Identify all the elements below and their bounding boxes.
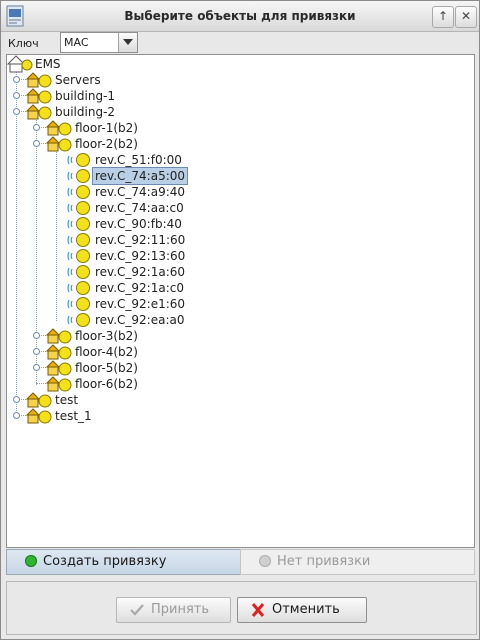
- maximize-button[interactable]: ↑: [432, 6, 454, 28]
- tree-node-label: rev.C_92:1a:60: [95, 265, 186, 279]
- accept-label: Принять: [151, 602, 210, 617]
- close-icon: [251, 603, 265, 617]
- tree-node-label: rev.C_74:aa:c0: [95, 201, 184, 215]
- binding-mode-tabs: Создать привязку Нет привязки: [6, 549, 475, 575]
- cancel-label: Отменить: [272, 602, 340, 617]
- key-select-value: MAC: [64, 36, 89, 49]
- tab-label: Нет привязки: [277, 554, 371, 569]
- window-title: Выберите объекты для привязки: [124, 9, 356, 23]
- cancel-button[interactable]: Отменить: [237, 597, 367, 623]
- tab-create-binding[interactable]: Создать привязку: [6, 549, 241, 575]
- checkmark-icon: [130, 604, 144, 616]
- accept-button[interactable]: Принять: [116, 597, 231, 623]
- tree-node-label: rev.C_92:11:60: [95, 233, 186, 247]
- tree-node-label: rev.C_92:ea:a0: [95, 313, 185, 327]
- object-tree[interactable]: EMS Servers building-1 building-2 floor-…: [6, 54, 475, 548]
- arrow-up-icon: ↑: [437, 9, 449, 23]
- tree-node-label: floor-1(b2): [75, 121, 138, 135]
- expand-handle-icon[interactable]: [32, 347, 41, 356]
- dialog-buttons-panel: Принять Отменить: [6, 581, 477, 635]
- tree-node-label: floor-2(b2): [75, 137, 138, 151]
- title-bar: Выберите объекты для привязки ↑ ✕: [1, 1, 479, 32]
- tree-node-label: EMS: [35, 57, 61, 71]
- expand-handle-icon[interactable]: [32, 363, 41, 372]
- green-dot-icon: [25, 555, 37, 567]
- tree-node-label: test_1: [55, 409, 92, 423]
- close-button[interactable]: ✕: [455, 6, 477, 28]
- tree-node-label: building-1: [55, 89, 116, 103]
- key-select-dropdown-button[interactable]: [118, 33, 137, 52]
- tree-node-label: floor-4(b2): [75, 345, 138, 359]
- tree-node-label: test: [55, 393, 79, 407]
- tab-no-binding[interactable]: Нет привязки: [240, 549, 475, 575]
- tree-node-label: rev.C_92:13:60: [95, 249, 186, 263]
- tree-node-label: rev.C_92:1a:c0: [95, 281, 184, 295]
- building-icon: [25, 408, 52, 424]
- tree-node-label: rev.C_74:a5:00: [91, 167, 189, 185]
- tree-node-label: floor-5(b2): [75, 361, 138, 375]
- tree-node-label: Servers: [55, 73, 101, 87]
- key-row: Ключ MAC: [1, 31, 479, 53]
- key-select[interactable]: MAC: [60, 32, 138, 53]
- tree-node-label: rev.C_92:e1:60: [95, 297, 186, 311]
- expand-handle-icon[interactable]: [32, 123, 41, 132]
- tab-label: Создать привязку: [43, 554, 167, 569]
- gray-dot-icon: [259, 555, 271, 567]
- expand-handle-icon[interactable]: [32, 331, 41, 340]
- close-icon: ✕: [460, 9, 472, 23]
- bind-objects-dialog: Выберите объекты для привязки ↑ ✕ Ключ M…: [0, 0, 480, 640]
- tree-node-label: rev.C_51:f0:00: [95, 153, 182, 167]
- expand-handle-icon[interactable]: [12, 91, 21, 100]
- tree-node-label: floor-6(b2): [75, 377, 138, 391]
- expand-handle-icon[interactable]: [12, 395, 21, 404]
- tree-node-label: rev.C_74:a9:40: [95, 185, 186, 199]
- tree-node-label: building-2: [55, 105, 116, 119]
- tree-node-label: floor-3(b2): [75, 329, 138, 343]
- chevron-down-icon: [123, 39, 133, 45]
- key-label: Ключ: [8, 37, 39, 50]
- tree-node-label: rev.C_90:fb:40: [95, 217, 182, 231]
- collapse-handle-icon[interactable]: [12, 107, 21, 116]
- collapse-handle-icon[interactable]: [32, 139, 41, 148]
- expand-handle-icon[interactable]: [12, 75, 21, 84]
- expand-handle-icon[interactable]: [12, 411, 21, 420]
